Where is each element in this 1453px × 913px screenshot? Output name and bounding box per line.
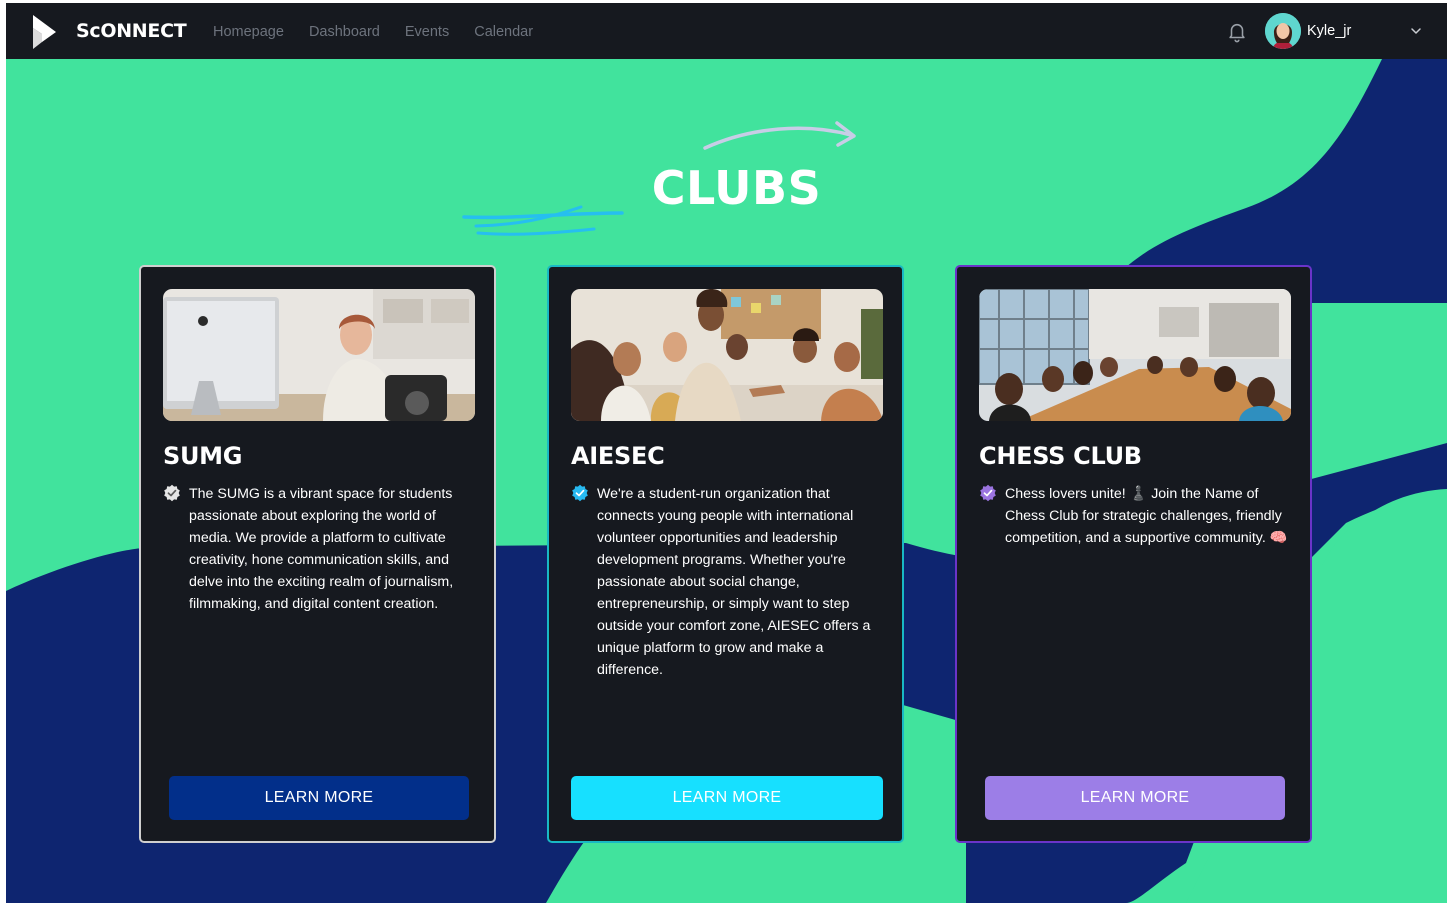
chevron-down-icon[interactable] — [1409, 24, 1423, 38]
club-card-aiesec: AIESEC We're a student-run organization … — [547, 265, 904, 843]
nav-link-dashboard[interactable]: Dashboard — [309, 24, 380, 40]
nav-link-events[interactable]: Events — [405, 24, 449, 40]
arrow-decoration — [703, 121, 856, 150]
club-description-text: We're a student-run organization that co… — [597, 486, 871, 678]
notification-bell-icon[interactable] — [1226, 21, 1248, 43]
learn-more-button-aiesec[interactable]: LEARN MORE — [571, 776, 883, 820]
user-avatar[interactable] — [1265, 13, 1301, 49]
club-image-chess-club — [979, 289, 1291, 421]
page-title: CLUBS — [651, 161, 822, 215]
club-card-sumg: SUMG The SUMG is a vibrant space for stu… — [139, 265, 496, 843]
app-frame: CLUBS ScONNECT Homepage Dashboard Events… — [6, 3, 1447, 903]
main-nav: Homepage Dashboard Events Calendar — [213, 24, 533, 40]
club-title-aiesec: AIESEC — [571, 442, 665, 470]
club-title-sumg: SUMG — [163, 442, 243, 470]
top-navbar: ScONNECT Homepage Dashboard Events Calen… — [6, 3, 1447, 59]
club-image-aiesec — [571, 289, 883, 421]
white-verified-badge-icon — [164, 484, 180, 502]
club-card-chess-club: CHESS CLUB Chess lovers unite! ♟️ Join t… — [955, 265, 1312, 843]
sconnect-logo-icon[interactable] — [30, 13, 58, 51]
purple-verified-badge-icon — [980, 484, 996, 502]
club-image-sumg — [163, 289, 475, 421]
cyan-verified-badge-icon — [572, 484, 588, 502]
club-title-chess-club: CHESS CLUB — [979, 442, 1142, 470]
username-label[interactable]: Kyle_jr — [1307, 23, 1351, 39]
nav-link-homepage[interactable]: Homepage — [213, 24, 284, 40]
nav-link-calendar[interactable]: Calendar — [474, 24, 533, 40]
avatar-image — [1265, 13, 1301, 49]
learn-more-button-sumg[interactable]: LEARN MORE — [169, 776, 469, 820]
club-description-text: Chess lovers unite! ♟️ Join the Name of … — [1005, 486, 1288, 546]
brand-name[interactable]: ScONNECT — [76, 20, 187, 42]
club-description-text: The SUMG is a vibrant space for students… — [189, 486, 454, 612]
learn-more-button-chess-club[interactable]: LEARN MORE — [985, 776, 1285, 820]
